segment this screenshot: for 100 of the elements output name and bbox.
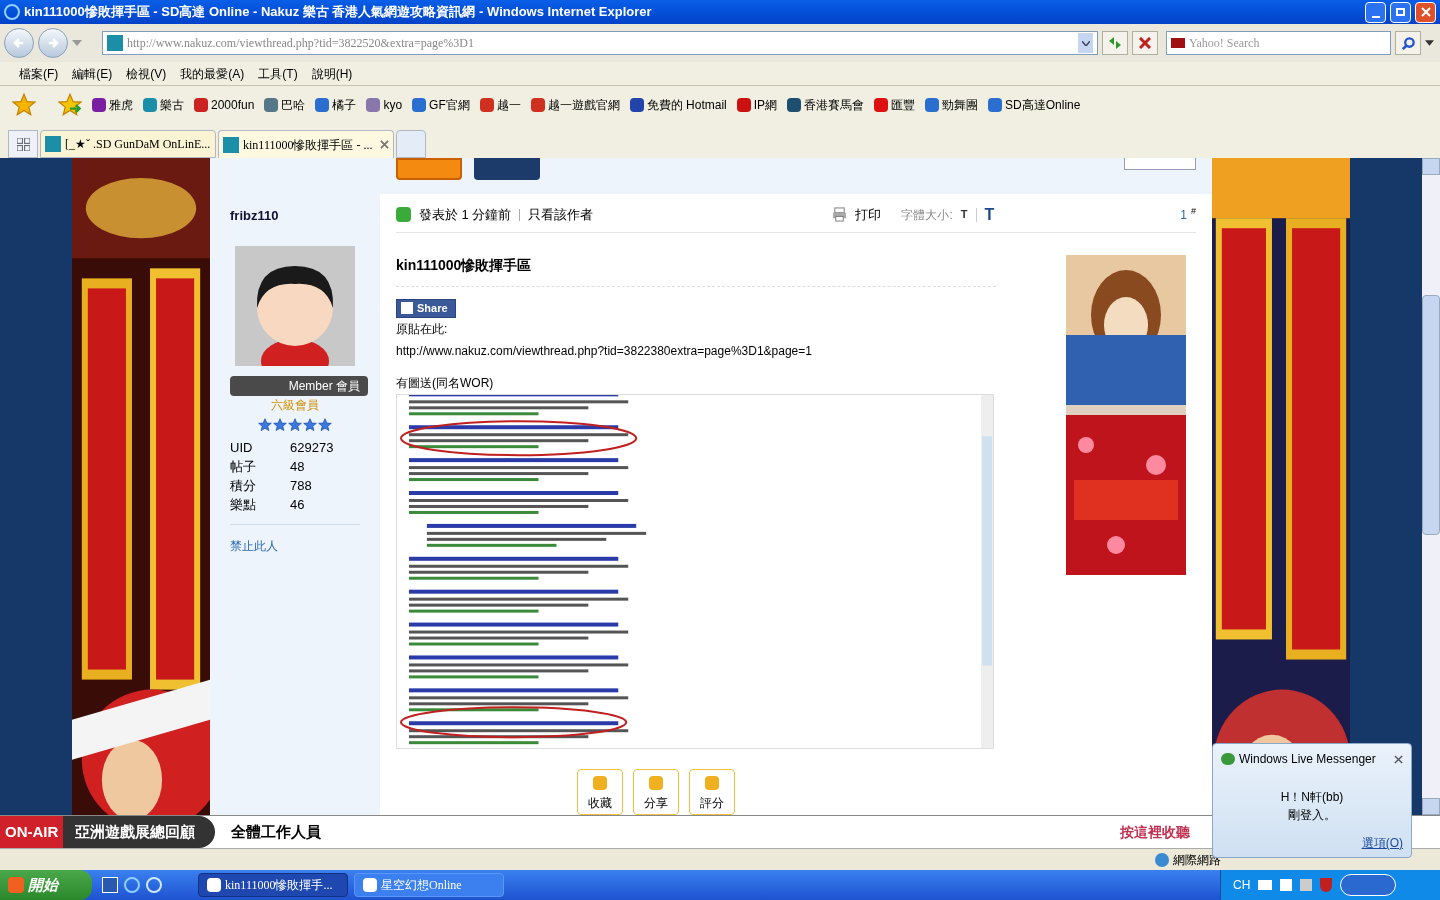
browser-tab[interactable]: [_★ˇ .SD GunDaM OnLinE... <box>40 130 216 158</box>
floor-mark: # <box>1191 205 1196 218</box>
stat-value: 46 <box>290 495 306 514</box>
site-icon <box>45 136 61 152</box>
print-link[interactable]: 打印 <box>855 204 882 225</box>
action-button[interactable]: 分享 <box>633 769 679 815</box>
messenger-title: Windows Live Messenger <box>1239 751 1377 768</box>
search-button[interactable] <box>1395 31 1421 55</box>
back-button[interactable] <box>4 28 34 58</box>
printer-icon[interactable] <box>832 207 848 222</box>
large-font-button[interactable]: T <box>984 202 995 227</box>
menu-item[interactable]: 說明(H) <box>304 64 360 83</box>
contact-name: H！N軒(bb) <box>1279 789 1345 806</box>
refresh-icon <box>1107 35 1123 51</box>
tab-title: [_★ˇ .SD GunDaM OnLinE... <box>65 136 211 153</box>
stop-icon <box>1139 37 1151 49</box>
favorite-link[interactable]: IP網 <box>753 96 778 114</box>
options-link[interactable]: 選項(O) <box>1361 834 1403 852</box>
window-icon <box>207 878 221 892</box>
taskbar-button[interactable]: kin111000慘敗揮手... <box>198 873 348 897</box>
post-title: kin111000慘敗揮手區 <box>396 255 996 287</box>
menu-item[interactable]: 工具(T) <box>251 64 305 83</box>
grid-icon <box>16 137 30 151</box>
favorite-link[interactable]: 雅虎 <box>109 96 133 114</box>
rank-badge: Member 會員 <box>230 375 368 396</box>
action-icon <box>705 776 719 790</box>
program-title: 亞洲遊戲展總回顧 <box>63 816 216 848</box>
taskbar-button[interactable]: 星空幻想Online <box>354 873 504 897</box>
taskbar-label: kin111000慘敗揮手... <box>225 877 333 894</box>
shield-icon <box>1320 878 1333 892</box>
address-field[interactable]: http://www.nakuz.com/viewthread.php?tid=3822520&extra=page%3D1 <box>102 31 1098 55</box>
quick-launch-icon[interactable] <box>102 877 118 893</box>
favorite-link[interactable]: SD高達Online <box>1005 96 1081 114</box>
taskbar-label: 星空幻想Online <box>381 877 462 894</box>
dropdown-caret-icon[interactable] <box>1425 40 1434 46</box>
sign-in-message: 剛登入。 <box>1287 807 1337 824</box>
language-indicator[interactable]: CH <box>1233 876 1251 894</box>
staff-text: 全體工作人員 <box>231 821 322 842</box>
favorite-link[interactable]: 巴哈 <box>281 96 306 114</box>
menu-item[interactable]: 編輯(E) <box>65 64 120 83</box>
stat-value: 629273 <box>290 438 335 457</box>
close-icon[interactable] <box>1394 754 1403 764</box>
source-url[interactable]: http://www.nakuz.com/viewthread.php?tid=3822380extra=page%3D1&page=1 <box>396 341 996 360</box>
favorite-link[interactable]: 香港賽馬會 <box>804 96 865 114</box>
menu-item[interactable]: 我的最愛(A) <box>173 64 252 83</box>
menu-item[interactable]: 檢視(V) <box>119 64 174 83</box>
favorite-link[interactable]: 免費的 Hotmail <box>646 96 727 114</box>
favorite-link[interactable]: 匯豐 <box>891 96 916 114</box>
window-title: kin111000慘敗揮手區 - SD高達 Online - Nakuz 樂古 香港人氣網遊攻略資訊網 - Windows Internet Explorer <box>24 3 653 22</box>
url-text: http://www.nakuz.com/viewthread.php?tid=3822520&extra=page%3D1 <box>127 35 475 52</box>
rank-label: 六級會員 <box>270 396 320 414</box>
search-input[interactable]: Yahoo! Search <box>1189 34 1386 52</box>
add-favorite-icon[interactable] <box>58 93 82 117</box>
favorite-link[interactable]: 2000fun <box>211 96 255 114</box>
action-button[interactable]: 評分 <box>689 769 735 815</box>
close-button[interactable] <box>1415 1 1436 23</box>
dropdown-caret-icon[interactable] <box>1078 33 1093 53</box>
stat-label: 帖子 <box>230 457 257 476</box>
small-font-button[interactable]: T <box>960 206 968 223</box>
forward-button[interactable] <box>38 28 68 58</box>
favorite-link[interactable]: 勁舞團 <box>942 96 979 114</box>
floor-number[interactable]: 1 <box>1180 205 1187 224</box>
window-icon <box>363 878 377 892</box>
author-name[interactable]: fribz110 <box>230 206 360 226</box>
close-icon <box>1420 7 1431 17</box>
close-icon[interactable] <box>380 140 389 149</box>
favorite-link[interactable]: GF官網 <box>429 96 470 114</box>
start-button[interactable]: 開始 <box>0 870 92 900</box>
favorite-link[interactable]: kyo <box>383 96 403 114</box>
search-field[interactable]: Yahoo! Search <box>1166 31 1391 55</box>
author-only-link[interactable]: 只看該作者 <box>528 204 594 225</box>
favorite-link[interactable]: 橘子 <box>332 96 357 114</box>
stat-label: 樂點 <box>230 495 257 514</box>
maximize-button[interactable] <box>1390 1 1411 23</box>
action-icon <box>593 776 607 790</box>
star-icon[interactable] <box>12 93 36 117</box>
refresh-button[interactable] <box>1102 31 1128 55</box>
listen-link[interactable]: 按這裡收聽 <box>1120 821 1190 843</box>
site-icon <box>223 136 239 153</box>
menu-item[interactable]: 檔案(F) <box>12 64 66 83</box>
stat-label: 積分 <box>230 476 257 495</box>
stop-button[interactable] <box>1132 31 1158 55</box>
post-time: 發表於 1 分鐘前 <box>419 205 512 224</box>
stat-value: 788 <box>290 476 313 495</box>
action-button[interactable]: 收藏 <box>577 769 623 815</box>
stat-value: 48 <box>290 457 306 476</box>
favorite-link[interactable]: 越一遊戲官網 <box>547 96 620 114</box>
minimize-button[interactable] <box>1365 1 1386 23</box>
favorite-link[interactable]: 樂古 <box>160 96 184 114</box>
font-size-label: 字體大小: <box>901 206 953 224</box>
browser-tab[interactable]: kin111000慘敗揮手區 - ... <box>218 130 394 158</box>
search-icon <box>1400 35 1416 51</box>
ban-user-link[interactable]: 禁止此人 <box>230 536 360 555</box>
action-icon <box>649 776 663 790</box>
scrollbar[interactable] <box>1422 158 1440 815</box>
back-to-list-button[interactable] <box>1124 158 1196 170</box>
facebook-share-button[interactable]: Share <box>396 299 456 318</box>
on-air-badge: ON-AIR <box>0 816 64 848</box>
favorite-link[interactable]: 越一 <box>496 96 521 114</box>
quick-tabs-button[interactable] <box>8 130 38 158</box>
